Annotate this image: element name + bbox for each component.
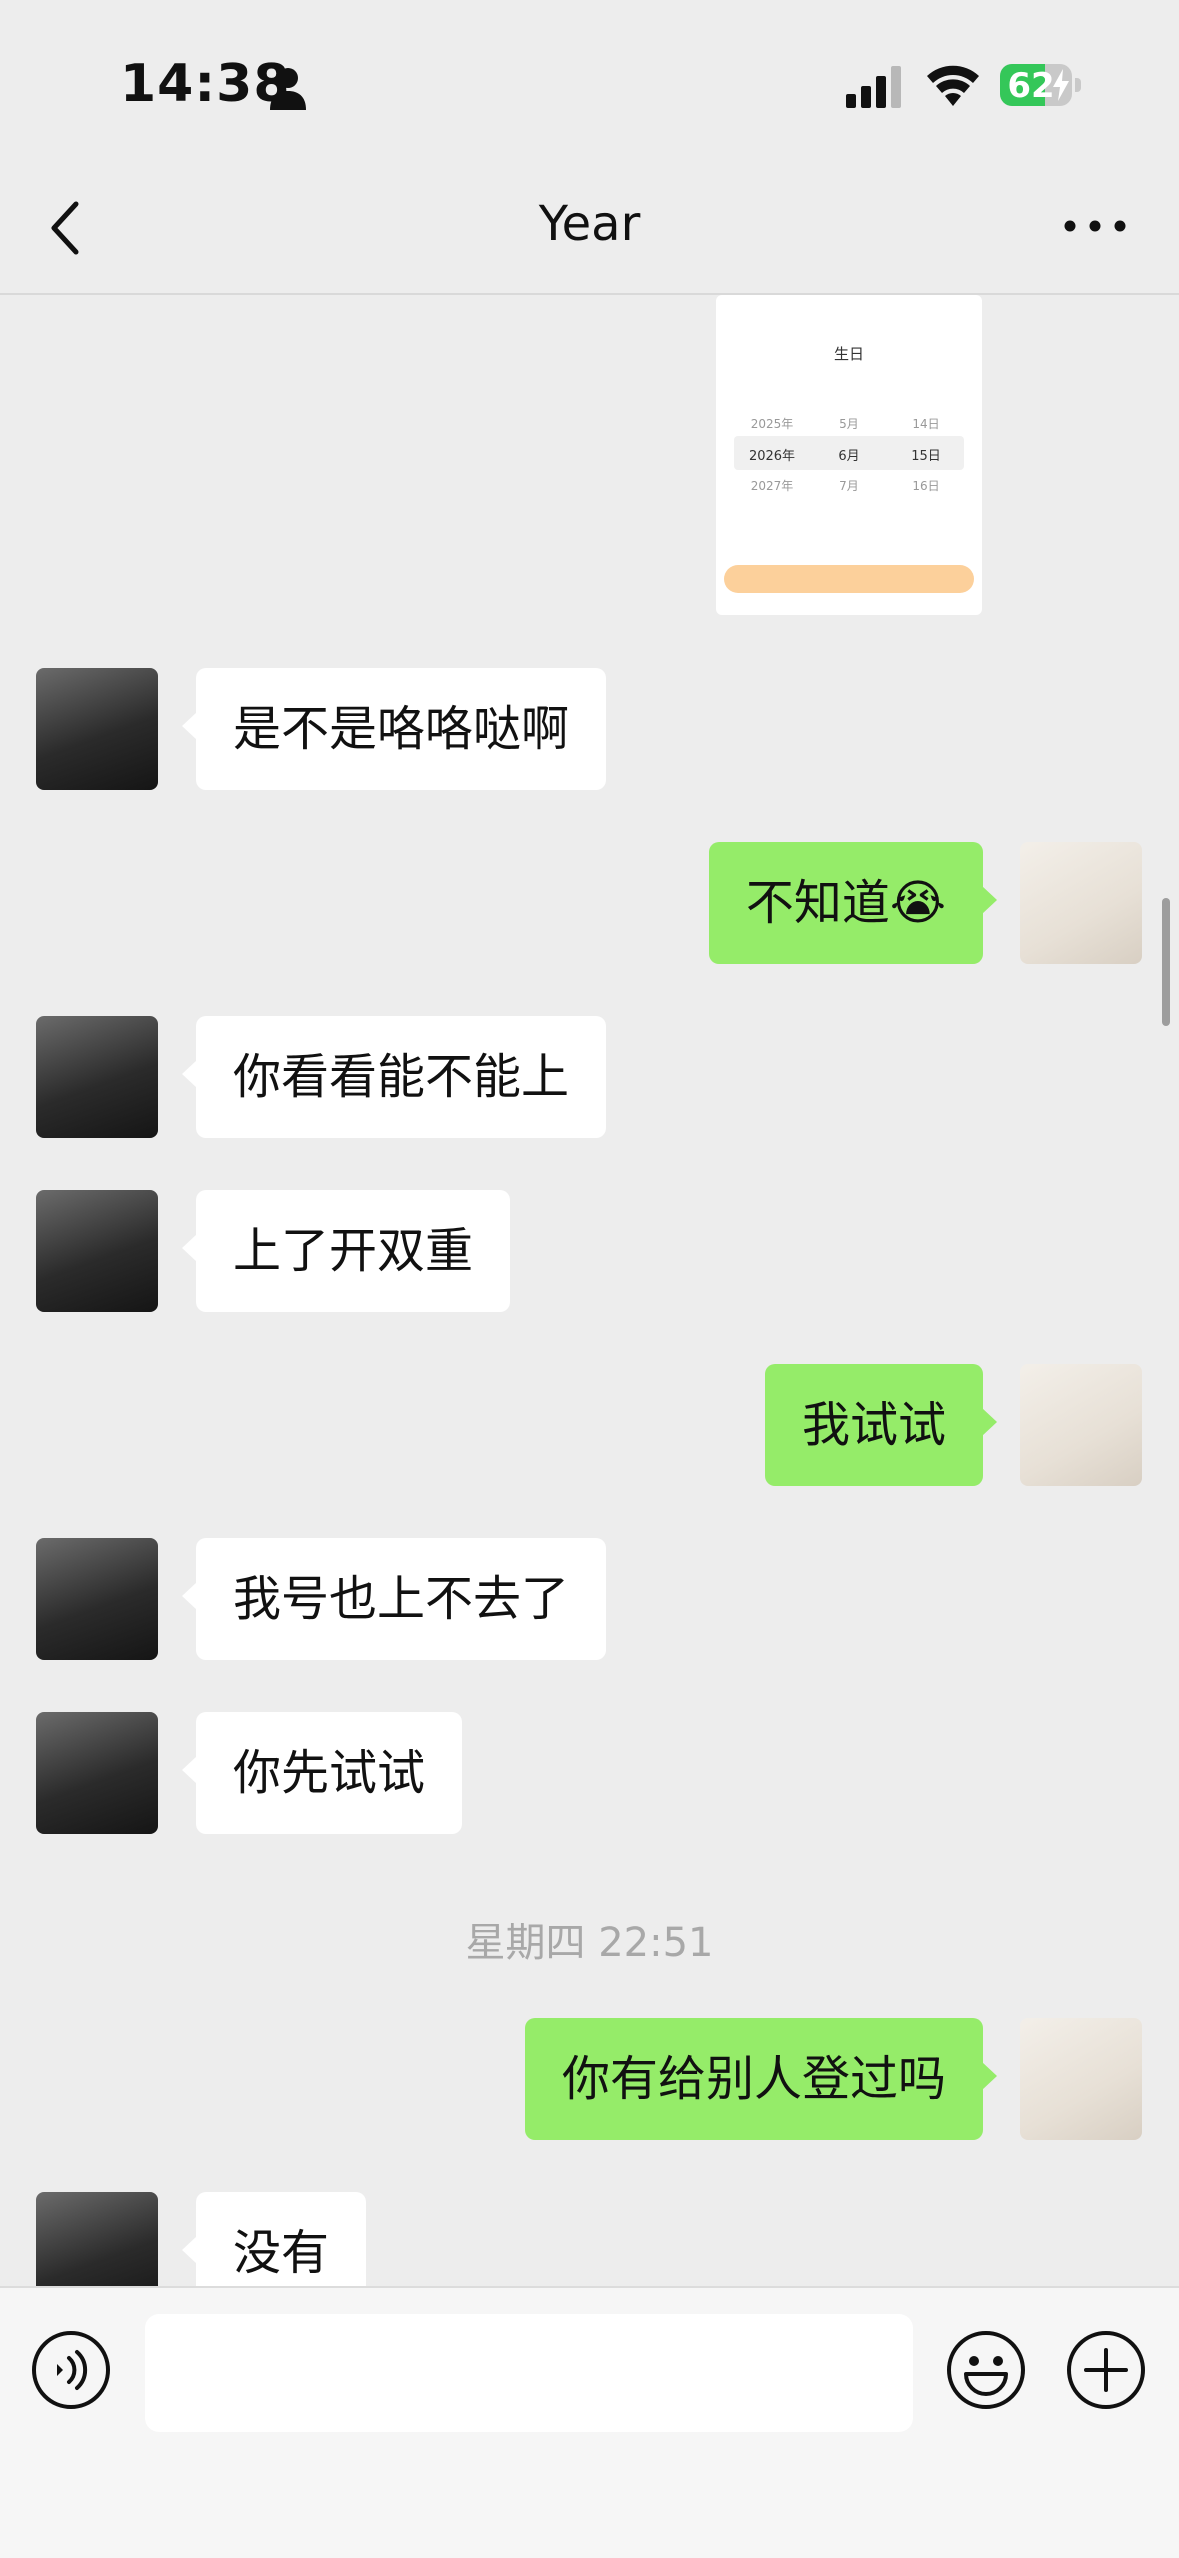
my-avatar[interactable] [1020,842,1142,964]
status-time: 14:38 [120,54,291,114]
image-message[interactable]: 生日 2025年 5月 14日 2026年 6月 15日 2027年 7月 16… [716,295,982,615]
picker-month: 7月 [839,479,859,493]
picker-year: 2027年 [750,479,794,493]
chat-timestamp: 星期四 22:51 [465,1920,714,1966]
contact-avatar[interactable] [36,1712,158,1834]
picker-day: 14日 [912,417,940,431]
message-bubble-incoming[interactable]: 上了开双重 [181,1190,511,1312]
chat-header: Year [0,160,1179,295]
plus-icon[interactable] [1066,2330,1146,2410]
picker-month: 6月 [838,449,860,464]
picker-row: 2025年 5月 14日 [734,413,964,433]
voice-icon[interactable] [31,2330,111,2410]
contact-avatar[interactable] [36,1538,158,1660]
contact-avatar[interactable] [36,1016,158,1138]
message-bubble-incoming[interactable]: 你看看能不能上 [181,1016,607,1138]
wifi-icon [927,65,979,106]
scrollbar-thumb[interactable] [1162,898,1170,1026]
picker-year: 2025年 [750,417,794,431]
message-bubble-outgoing[interactable]: 我试试 [764,1364,998,1486]
my-avatar[interactable] [1020,1364,1142,1486]
picker-month: 5月 [839,417,859,431]
message-bubble-outgoing[interactable]: 不知道😭 [708,842,998,964]
picker-day: 16日 [912,479,940,493]
person-icon [270,68,306,110]
battery-indicator: 62 [1000,64,1082,108]
message-bubble-outgoing[interactable]: 你有给别人登过吗 [524,2018,998,2140]
picker-row-selected: 2026年 6月 15日 [734,436,964,470]
status-bar: 14:38 62 [0,0,1179,160]
contact-avatar[interactable] [36,1190,158,1312]
more-dots-icon[interactable] [1060,206,1130,246]
picker-day: 15日 [911,449,941,464]
message-bubble-incoming[interactable]: 是不是咯咯哒啊 [181,668,607,790]
cellular-signal-icon [846,66,901,108]
message-bubble-incoming[interactable]: 你先试试 [181,1712,463,1834]
my-avatar[interactable] [1020,2018,1142,2140]
picker-row: 2027年 7月 16日 [734,475,964,495]
message-input[interactable] [145,2314,913,2432]
charging-bolt-icon [1053,69,1069,101]
contact-avatar[interactable] [36,668,158,790]
image-title: 生日 [833,345,864,363]
picker-year: 2026年 [748,449,796,464]
chat-title: Year [538,196,641,252]
image-next-button [724,565,974,593]
input-bar [0,2286,1179,2558]
message-bubble-incoming[interactable]: 我号也上不去了 [181,1538,607,1660]
emoji-icon[interactable] [946,2330,1026,2410]
